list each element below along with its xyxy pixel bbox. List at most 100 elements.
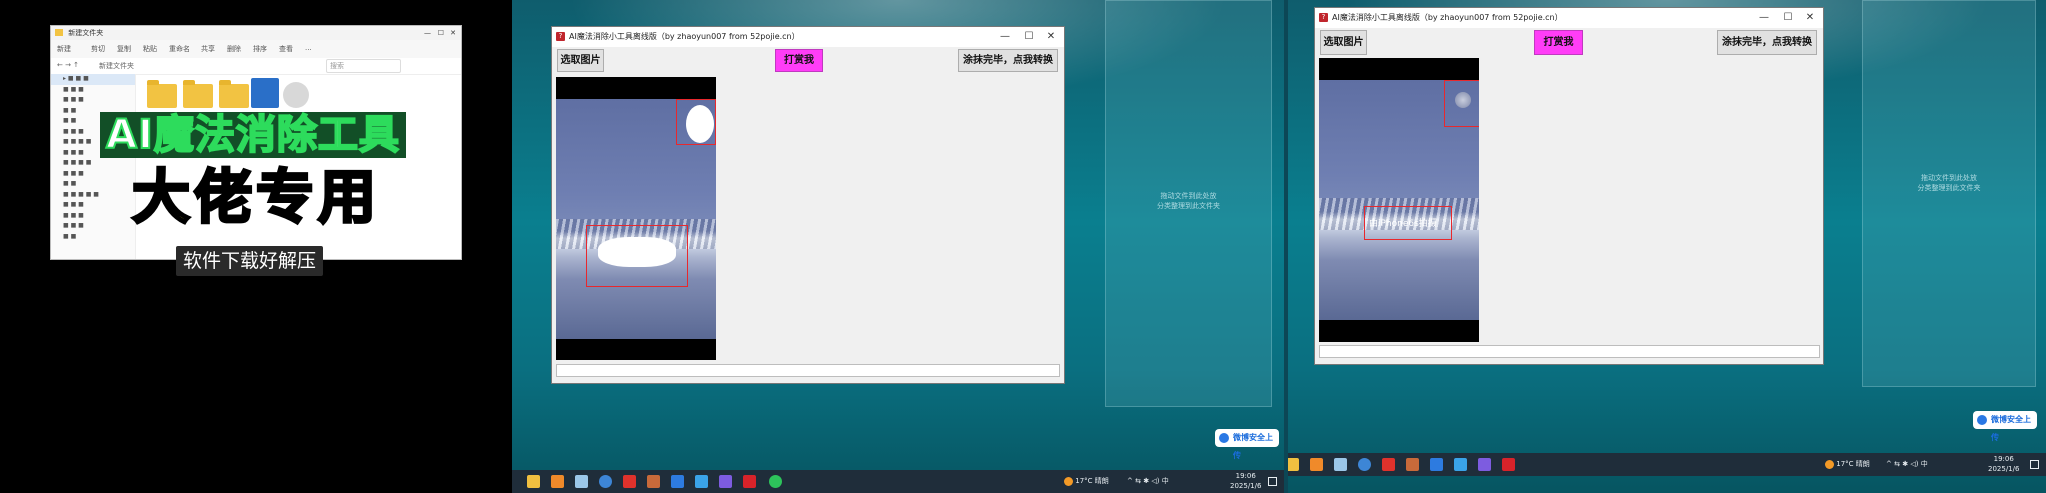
nav-item[interactable]: ■ ■ ■ [51,169,135,180]
app-icon[interactable] [1310,458,1323,471]
tray-icons[interactable]: ^ ⇆ ✱ ◁) 中 [1127,476,1169,486]
image-canvas[interactable] [556,77,716,360]
network-icon[interactable]: ⇆ [1894,460,1900,468]
volume-icon[interactable]: ◁) [1910,460,1918,468]
app-icon[interactable] [1454,458,1467,471]
maximize-icon[interactable]: ☐ [1018,27,1040,47]
app-icon[interactable] [551,475,564,488]
nav-item[interactable]: ■ ■ ■ ■ ■ [51,190,135,201]
explorer-nav-pane: ▸ ■ ■ ■ ■ ■ ■ ■ ■ ■ ■ ■ ■ ■ ■ ■ ■ ■ ■ ■ … [51,74,136,259]
donate-button[interactable]: 打赏我 [1534,30,1583,55]
nav-item[interactable]: ■ ■ ■ [51,221,135,232]
file-explorer-icon[interactable] [1288,458,1299,471]
image-canvas[interactable]: 由iPhone6s拍摄 [1319,58,1479,342]
nav-item[interactable]: ■ ■ ■ [51,85,135,96]
app-title: AI魔法消除小工具离线版（by zhaoyun007 from 52pojie.… [1332,13,1563,22]
bluetooth-icon[interactable]: ✱ [1143,477,1149,485]
minimize-icon[interactable]: — [994,27,1016,47]
nav-item[interactable]: ▸ ■ ■ ■ [51,74,135,85]
cmd-delete[interactable]: 删除 [227,44,241,54]
app-icon[interactable] [647,475,660,488]
wps-icon[interactable] [1382,458,1395,471]
convert-button[interactable]: 涂抹完毕，点我转换 [1717,30,1817,55]
clock[interactable]: 19:06 2025/1/6 [1988,454,2019,474]
weather-widget[interactable]: 17°C 晴朗 [1064,476,1109,486]
desktop-drop-zone[interactable]: 拖动文件到此处放 分类整理到此文件夹 [1862,0,2036,387]
tray-icons[interactable]: ^ ⇆ ✱ ◁) 中 [1886,459,1928,469]
select-image-button[interactable]: 选取图片 [1320,30,1367,55]
cmd-copy[interactable]: 复制 [117,44,131,54]
donate-button[interactable]: 打赏我 [775,49,823,72]
explorer-search-input[interactable]: 搜索 [326,59,401,73]
app-title: AI魔法消除小工具离线版（by zhaoyun007 from 52pojie.… [569,32,800,41]
close-icon[interactable]: ✕ [1799,8,1821,28]
nav-item[interactable]: ■ ■ ■ ■ [51,158,135,169]
weather-widget[interactable]: 17°C 晴朗 [1825,459,1870,469]
bluetooth-icon[interactable]: ✱ [1902,460,1908,468]
cmd-paste[interactable]: 粘贴 [143,44,157,54]
cmd-rename[interactable]: 重命名 [169,44,190,54]
floppy-disk-icon[interactable] [251,78,279,108]
app-question-icon: ? [1319,13,1328,22]
desktop-drop-zone[interactable]: 拖动文件到此处放 分类整理到此文件夹 [1105,0,1272,407]
clock[interactable]: 19:06 2025/1/6 [1230,471,1261,491]
app-question-icon[interactable] [1502,458,1515,471]
app-icon[interactable] [1478,458,1491,471]
folder-icon[interactable] [147,80,177,108]
app-icon[interactable] [671,475,684,488]
folder-icon[interactable] [219,80,249,108]
wps-icon[interactable] [623,475,636,488]
app-icon[interactable] [575,475,588,488]
app-icon[interactable] [1406,458,1419,471]
taskbar: 17°C 晴朗 ^ ⇆ ✱ ◁) 中 19:06 2025/1/6 [1288,453,2046,476]
chevron-up-icon[interactable]: ^ [1886,460,1892,468]
nav-item[interactable]: ■ ■ [51,232,135,243]
browser-icon[interactable] [1358,458,1371,471]
close-icon[interactable]: ✕ [1040,27,1062,47]
app-question-icon: ? [556,32,565,41]
nav-item[interactable]: ■ ■ ■ [51,95,135,106]
cmd-sort[interactable]: 排序 [253,44,267,54]
overlay-headline: 大佬专用 [130,162,381,233]
select-image-button[interactable]: 选取图片 [557,49,604,72]
address-path[interactable]: 新建文件夹 [99,61,134,71]
cmd-new[interactable]: 新建 [57,44,71,54]
upload-widget[interactable]: 微博安全上传 [1215,429,1279,460]
nav-item[interactable]: ■ ■ ■ [51,211,135,222]
app-icon[interactable] [719,475,732,488]
minimize-icon[interactable]: — [424,26,431,40]
app-icon[interactable] [1334,458,1347,471]
upload-widget[interactable]: 微博安全上传 [1973,411,2037,442]
chevron-up-icon[interactable]: ^ [1127,477,1133,485]
app-icon[interactable] [695,475,708,488]
cmd-view[interactable]: 查看 [279,44,293,54]
minimize-icon[interactable]: — [1753,8,1775,28]
clock-time: 19:06 [1235,472,1256,480]
file-explorer-icon[interactable] [527,475,540,488]
notification-icon[interactable] [2030,460,2039,469]
app-question-icon[interactable] [743,475,756,488]
ime-indicator[interactable]: 中 [1921,460,1928,468]
desktop-panel-3: 拖动文件到此处放 分类整理到此文件夹 ? AI魔法消除小工具离线版（by zhao… [1288,0,2046,493]
maximize-icon[interactable]: ☐ [438,26,444,40]
nav-arrows-icon[interactable]: ← → ↑ [57,61,79,69]
ime-indicator[interactable]: 中 [1162,477,1169,485]
nav-item[interactable]: ■ ■ ■ [51,200,135,211]
photo-watermark-text: 由iPhone6s拍摄 [1369,219,1437,229]
app-icon[interactable] [1430,458,1443,471]
nav-item[interactable]: ■ ■ [51,179,135,190]
cmd-share[interactable]: 共享 [201,44,215,54]
convert-button[interactable]: 涂抹完毕，点我转换 [958,49,1058,72]
maximize-icon[interactable]: ☐ [1777,8,1799,28]
folder-icon[interactable] [183,80,213,108]
gear-icon[interactable] [283,82,309,108]
wechat-icon[interactable] [769,475,782,488]
network-icon[interactable]: ⇆ [1135,477,1141,485]
volume-icon[interactable]: ◁) [1151,477,1159,485]
notification-icon[interactable] [1268,477,1277,486]
cmd-cut[interactable]: 剪切 [91,44,105,54]
close-icon[interactable]: ✕ [450,26,456,40]
browser-icon[interactable] [599,475,612,488]
cmd-more[interactable]: ... [305,44,312,52]
weather-sun-icon [1064,476,1073,486]
